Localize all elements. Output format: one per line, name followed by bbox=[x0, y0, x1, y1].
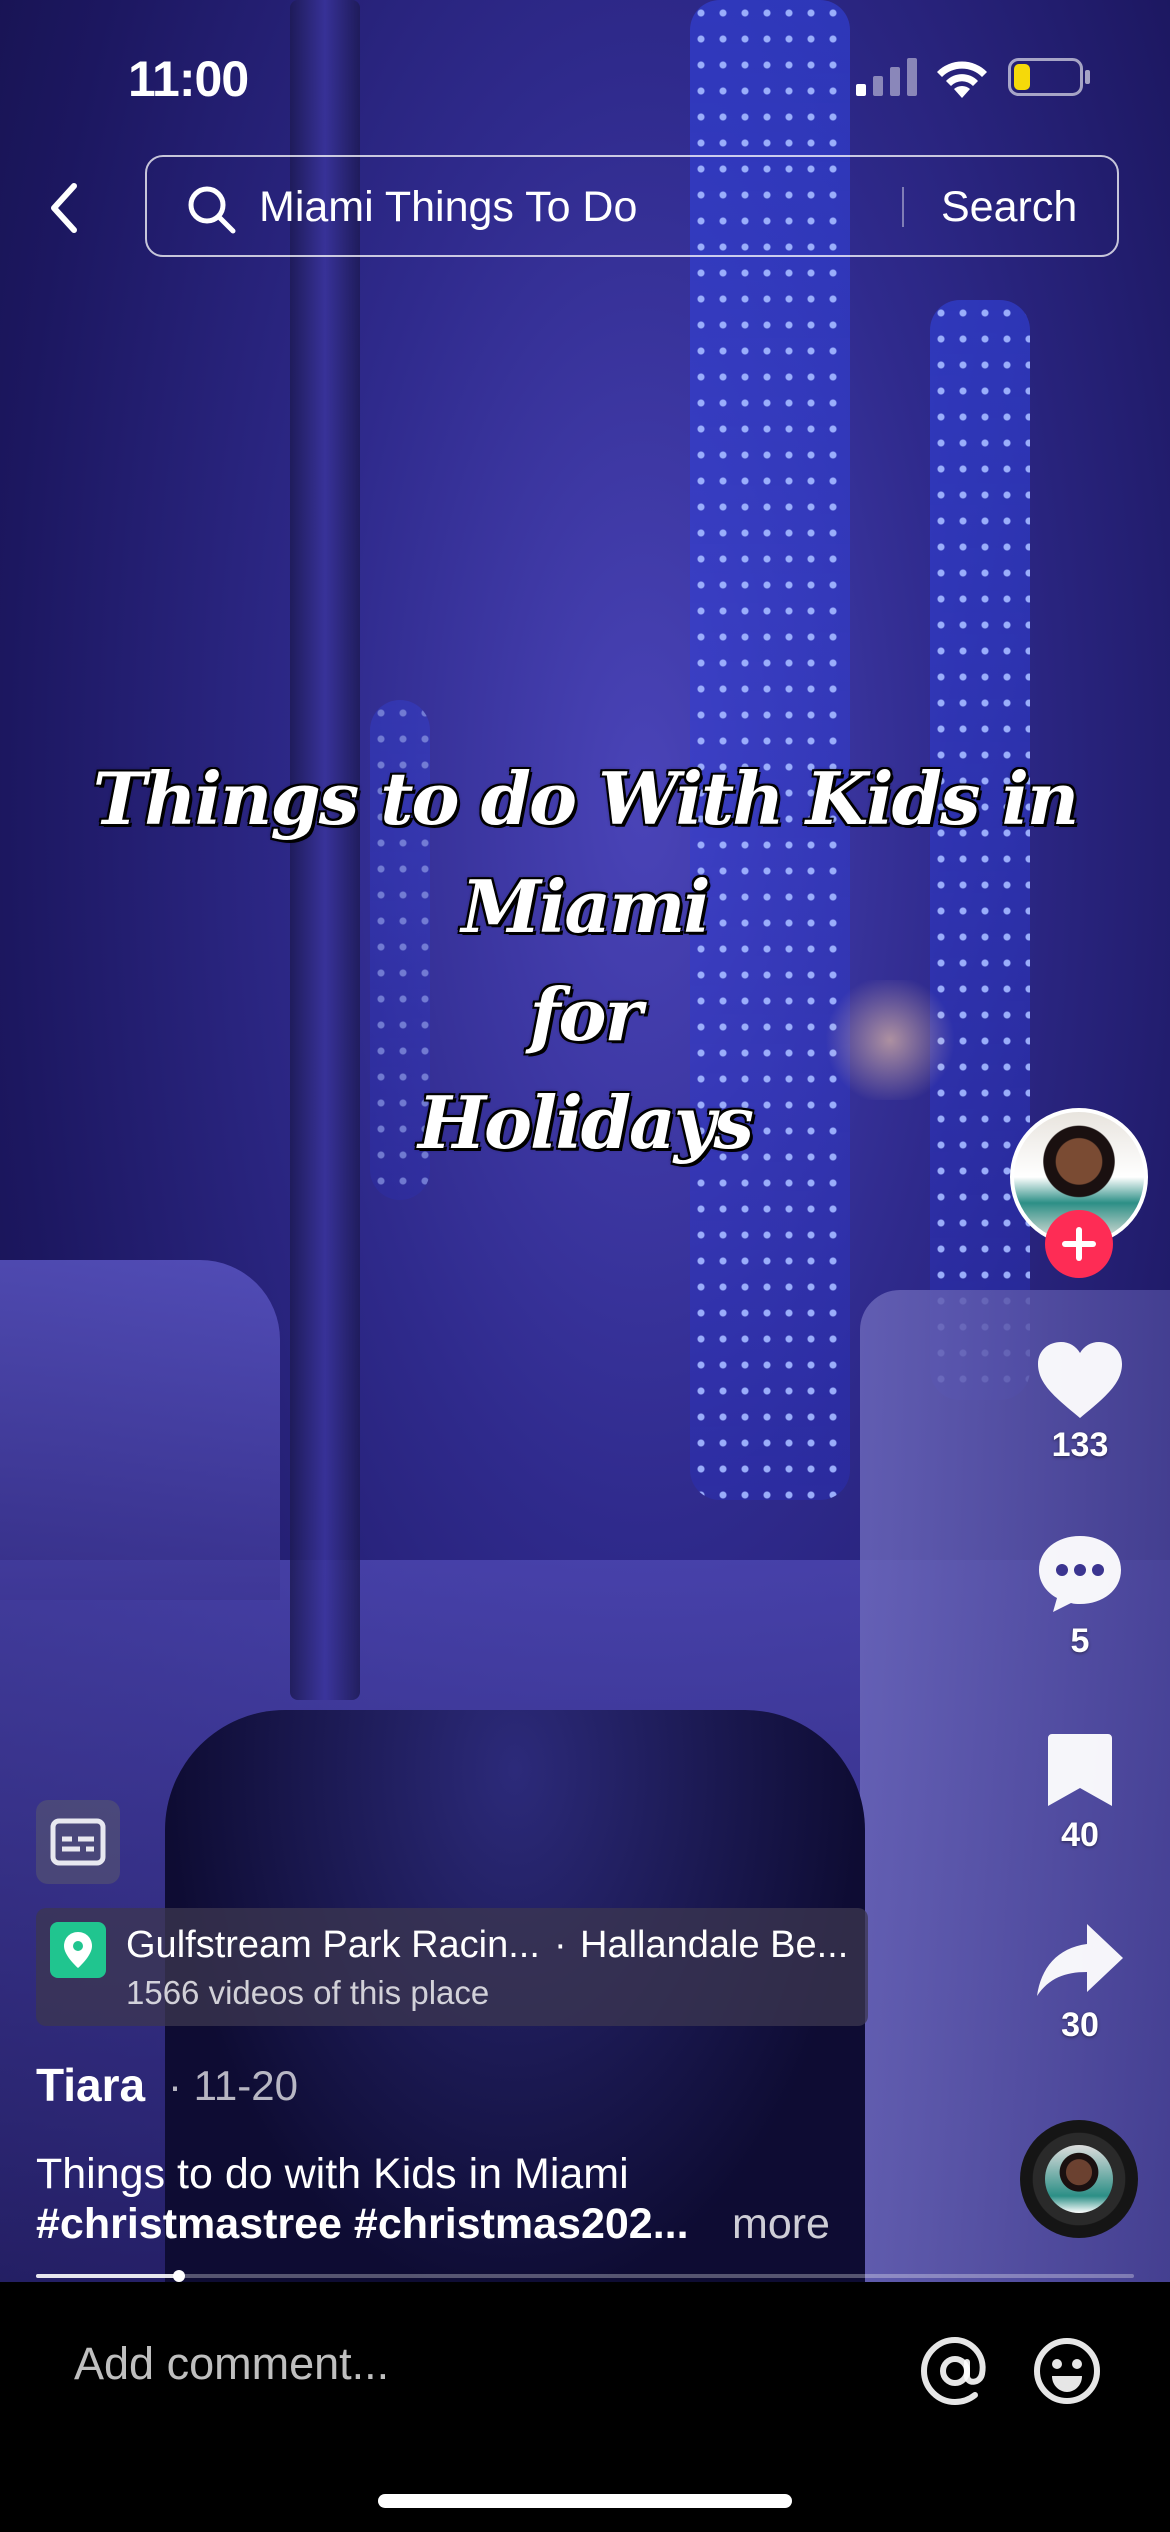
favorite-count: 40 bbox=[1061, 1816, 1099, 1854]
share-button[interactable]: 30 bbox=[1020, 1920, 1140, 2045]
music-disc[interactable] bbox=[1020, 2120, 1138, 2238]
captions-button[interactable] bbox=[36, 1800, 120, 1884]
video-overlay-text: Things to do With Kids in Miami for Holi… bbox=[60, 745, 1110, 1177]
comment-bar: Add comment... bbox=[0, 2282, 1170, 2532]
video-ledge bbox=[0, 1260, 280, 1600]
comment-count: 5 bbox=[1070, 1622, 1090, 1660]
caption-hashtags[interactable]: #christmastree #christmas202... bbox=[36, 2200, 689, 2249]
status-time: 11:00 bbox=[128, 51, 249, 107]
progress-knob[interactable] bbox=[172, 2270, 185, 2282]
comment-bubble-icon bbox=[1039, 1536, 1121, 1612]
back-arrow-icon[interactable] bbox=[40, 178, 90, 238]
emoji-icon[interactable] bbox=[1032, 2336, 1102, 2406]
plus-icon bbox=[1062, 1227, 1096, 1261]
video-progress-bar[interactable] bbox=[36, 2270, 1134, 2282]
bookmark-icon bbox=[1048, 1734, 1112, 1806]
home-indicator bbox=[378, 2494, 792, 2508]
mention-at-icon[interactable] bbox=[920, 2336, 990, 2406]
sound-avatar bbox=[1045, 2145, 1113, 2213]
search-input[interactable]: Miami Things To Do bbox=[259, 183, 637, 232]
search-bar[interactable]: Miami Things To Do Search bbox=[145, 155, 1119, 257]
post-date: · 11-20 bbox=[168, 2062, 298, 2109]
battery-icon bbox=[1008, 58, 1090, 96]
overlay-line: Miami bbox=[461, 864, 710, 949]
progress-fill bbox=[36, 2274, 179, 2278]
add-comment-input[interactable]: Add comment... bbox=[74, 2338, 389, 2390]
follow-button[interactable] bbox=[1045, 1210, 1113, 1278]
location-name: Gulfstream Park Racin... bbox=[126, 1924, 540, 1966]
location-separator: · bbox=[554, 1924, 567, 1966]
search-button[interactable]: Search bbox=[941, 183, 1077, 232]
favorite-button[interactable]: 40 bbox=[1020, 1730, 1140, 1855]
share-arrow-icon bbox=[1037, 1924, 1123, 1996]
location-pin-icon bbox=[50, 1922, 106, 1978]
comment-button[interactable]: 5 bbox=[1020, 1532, 1140, 1661]
like-button[interactable]: 133 bbox=[1020, 1340, 1140, 1465]
search-divider bbox=[902, 187, 904, 227]
caption-text: Things to do with Kids in Miami bbox=[36, 2150, 629, 2198]
heart-icon bbox=[1038, 1342, 1122, 1418]
wifi-icon bbox=[937, 61, 987, 98]
cellular-signal-icon bbox=[856, 58, 917, 96]
overlay-line: for bbox=[529, 972, 643, 1057]
location-city: Hallandale Be... bbox=[580, 1924, 849, 1966]
caption-more-link[interactable]: more bbox=[732, 2200, 830, 2249]
captions-icon bbox=[50, 1818, 106, 1866]
overlay-line: Things to do With Kids in bbox=[92, 756, 1080, 841]
location-video-count: 1566 videos of this place bbox=[126, 1974, 490, 2011]
location-tag[interactable]: Gulfstream Park Racin... · Hallandale Be… bbox=[36, 1908, 868, 2026]
share-count: 30 bbox=[1061, 2006, 1099, 2044]
creator-username[interactable]: Tiara bbox=[36, 2058, 145, 2112]
status-bar: 11:00 bbox=[0, 0, 1170, 150]
overlay-line: Holidays bbox=[417, 1080, 754, 1165]
search-icon bbox=[188, 186, 236, 234]
like-count: 133 bbox=[1051, 1426, 1109, 1464]
tiktok-video-screen: 11:00 Miami Things To Do Search Things t… bbox=[0, 0, 1170, 2532]
